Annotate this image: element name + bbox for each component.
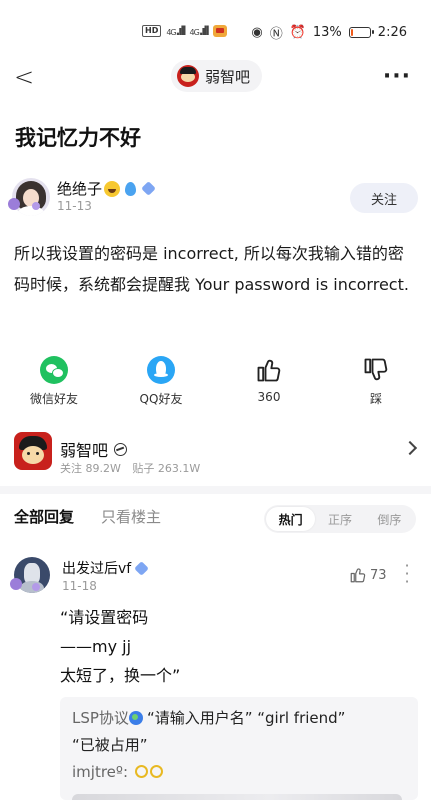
thumbs-down-icon xyxy=(364,358,388,381)
level-gem-icon xyxy=(134,560,150,576)
sub-reply-user[interactable]: imjtreº: xyxy=(72,763,128,781)
tab-all-replies[interactable]: 全部回复 xyxy=(14,506,74,527)
comment-more-icon[interactable]: · · · xyxy=(404,558,410,590)
share-qq-button[interactable]: QQ好友 xyxy=(121,356,201,407)
forum-posts: 贴子 263.1W xyxy=(132,462,201,475)
sort-hot-option[interactable]: 热门 xyxy=(266,507,316,531)
hd-badge: HD xyxy=(142,25,162,37)
sort-descending-option[interactable]: 倒序 xyxy=(365,507,414,531)
avatar-decoration-icon xyxy=(8,198,20,210)
back-icon[interactable]: < xyxy=(14,64,34,90)
sort-toggle: 热门 正序 倒序 xyxy=(264,505,416,533)
comment-line: ——my jj xyxy=(60,637,132,656)
status-right-icons: ◉ Ⓝ ⏰ 13% 2:26 xyxy=(251,23,407,42)
forum-pill-button[interactable]: 弱智吧 xyxy=(171,60,263,92)
battery-percent: 13% xyxy=(312,25,342,40)
comment-line: 太短了，换一个” xyxy=(60,666,181,685)
share-qq-label: QQ好友 xyxy=(139,392,183,406)
forum-card-name-text: 弱智吧 xyxy=(60,441,109,460)
post-body: 所以我设置的密码是 incorrect, 所以每次我输入错的密码时候，系统都会提… xyxy=(14,244,409,294)
truncated-reply-line xyxy=(72,794,402,800)
sub-reply: LSP协议 “请输入用户名” “girl friend” xyxy=(72,705,406,732)
sub-reply: imjtreº: xyxy=(72,759,406,786)
wechat-icon xyxy=(40,356,68,384)
like-count: 360 xyxy=(257,390,281,404)
top-nav: < 弱智吧 ··· xyxy=(0,58,431,98)
post-date: 11-13 xyxy=(57,199,92,213)
battery-icon xyxy=(348,27,374,38)
battery-fill xyxy=(350,29,353,36)
level-gem-icon xyxy=(141,181,156,196)
comment-like-count: 73 xyxy=(370,567,387,583)
comment-date: 11-18 xyxy=(62,579,97,593)
commenter-name-text: 出发过后vf xyxy=(62,561,132,577)
smile-emoji-icon xyxy=(104,180,121,197)
dislike-label: 踩 xyxy=(369,392,382,406)
follow-button[interactable]: 关注 xyxy=(350,183,418,213)
ring-emoji-icon xyxy=(134,765,148,778)
post-title: 我记忆力不好 xyxy=(15,126,141,150)
commenter-name[interactable]: 出发过后vf xyxy=(62,558,150,578)
forum-level-icon xyxy=(114,442,128,456)
share-wechat-label: 微信好友 xyxy=(29,392,78,406)
author-avatar[interactable] xyxy=(12,178,50,216)
water-drop-icon xyxy=(125,181,137,196)
sub-reply-continued: “已被占用” xyxy=(72,736,148,754)
share-wechat-button[interactable]: 微信好友 xyxy=(14,356,94,407)
comment-like-button[interactable]: 73 xyxy=(349,566,387,584)
clock: 2:26 xyxy=(377,25,407,40)
app-notification-icon xyxy=(212,25,227,37)
globe-icon xyxy=(128,711,143,725)
eye-icon: ◉ xyxy=(251,25,263,40)
avatar-decoration-icon xyxy=(10,578,22,590)
alarm-icon: ⏰ xyxy=(289,25,306,40)
dislike-button[interactable]: 踩 xyxy=(336,356,416,407)
comment-text: “请设置密码 ——my jj 太短了，换一个” xyxy=(60,603,180,690)
forum-card-stats: 关注 89.2W 贴子 263.1W xyxy=(60,460,208,476)
tab-op-only[interactable]: 只看楼主 xyxy=(101,506,161,527)
thumbs-up-icon xyxy=(350,568,366,583)
forum-followers: 关注 89.2W xyxy=(60,462,121,475)
forum-pill-label: 弱智吧 xyxy=(205,67,251,86)
qq-icon xyxy=(147,356,175,384)
comment-line: “请设置密码 xyxy=(60,608,149,627)
section-divider xyxy=(0,486,431,494)
sort-ascending-option[interactable]: 正序 xyxy=(315,507,364,531)
signal-icon: 4G.ıll xyxy=(166,24,186,38)
more-icon[interactable]: ··· xyxy=(383,64,411,89)
status-left-icons: HD 4G.ıll 4G.ıll xyxy=(142,24,227,38)
sub-replies-box[interactable]: LSP协议 “请输入用户名” “girl friend” “已被占用” imjtr… xyxy=(60,697,418,800)
status-bar: HD 4G.ıll 4G.ıll ◉ Ⓝ ⏰ 13% 2:26 xyxy=(0,0,431,62)
thumbs-up-icon xyxy=(257,359,281,382)
signal-icon: 4G.ıll xyxy=(189,24,210,38)
author-name-text: 绝绝子 xyxy=(57,180,103,198)
author-name[interactable]: 绝绝子 xyxy=(57,178,156,199)
sub-reply-text: “请输入用户名” “girl friend” xyxy=(146,709,346,727)
forum-card-logo[interactable] xyxy=(14,432,52,470)
chevron-right-icon[interactable] xyxy=(402,440,418,456)
forum-logo-icon xyxy=(177,65,199,87)
nfc-icon: Ⓝ xyxy=(269,27,283,42)
forum-card-name[interactable]: 弱智吧 xyxy=(60,437,128,461)
sub-reply-user[interactable]: LSP协议 xyxy=(72,709,129,727)
ring-emoji-icon xyxy=(149,765,163,778)
like-button[interactable]: 360 xyxy=(229,356,309,404)
